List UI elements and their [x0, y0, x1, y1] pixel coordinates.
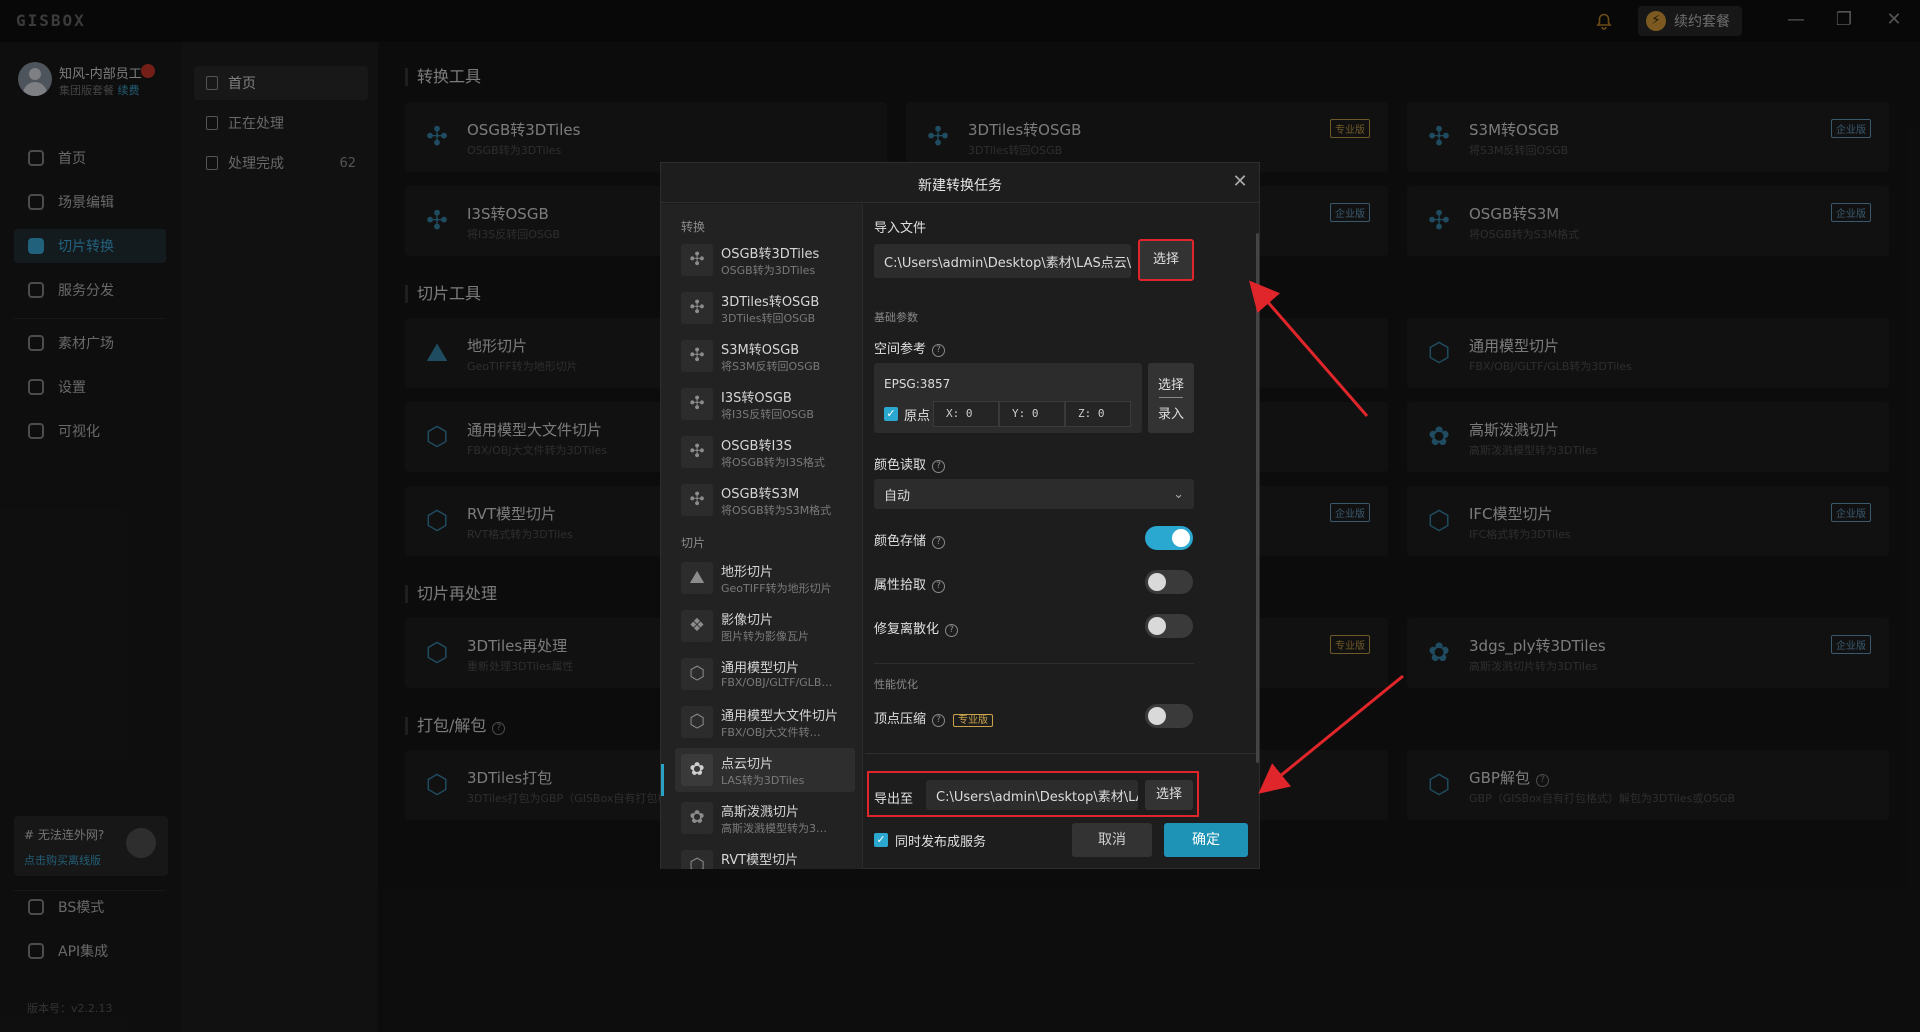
arrow-to-export: [1258, 674, 1404, 794]
arrow-to-import-select: [1249, 280, 1369, 417]
annotation-arrows: [1249, 280, 1404, 794]
